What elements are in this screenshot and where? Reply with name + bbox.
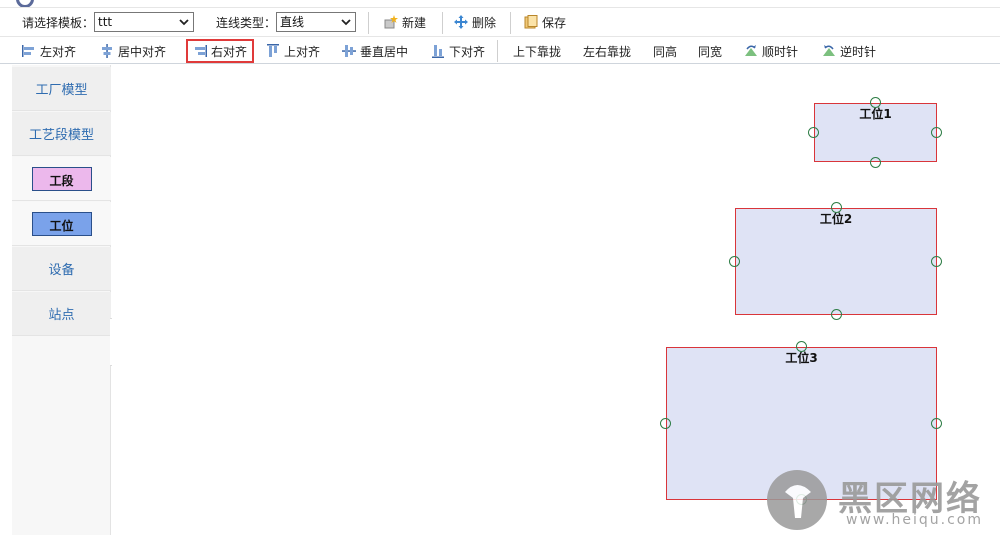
- connect-handle-top[interactable]: [796, 341, 807, 352]
- design-canvas[interactable]: 工位1 工位2 工位3: [112, 65, 1000, 535]
- watermark-url: www.heiqu.com: [846, 512, 984, 528]
- align-right-button[interactable]: 右对齐: [186, 39, 255, 63]
- delete-button[interactable]: 删除: [454, 12, 496, 32]
- line-type-label: 连线类型：: [216, 16, 277, 30]
- station-shape-label: 工位: [49, 218, 74, 233]
- same-height-label: 同高: [653, 44, 678, 59]
- rotate-ccw-icon: [823, 45, 835, 56]
- connect-handle-right[interactable]: [931, 127, 942, 138]
- align-middle-icon: [342, 45, 356, 57]
- toolbar-divider: [442, 12, 443, 34]
- save-button-label: 保存: [542, 15, 567, 30]
- new-star-icon: [384, 15, 398, 29]
- connect-handle-left[interactable]: [808, 127, 819, 138]
- rotate-clockwise-label: 顺时针: [762, 44, 799, 59]
- connect-handle-right[interactable]: [931, 256, 942, 267]
- new-button-label: 新建: [402, 15, 427, 30]
- sidebar-item-label: 工厂模型: [35, 83, 88, 98]
- connect-handle-left[interactable]: [729, 256, 740, 267]
- sidebar-item-equipment[interactable]: 设备: [12, 247, 111, 291]
- app-logo-icon: [16, 0, 34, 7]
- sidebar-item-process-segment-model[interactable]: 工艺段模型: [12, 112, 111, 156]
- align-top-button[interactable]: 上对齐: [266, 41, 320, 61]
- watermark: 黑区网络 www.heiqu.com: [766, 470, 1000, 535]
- sidebar-item-site[interactable]: 站点: [12, 292, 111, 336]
- connect-handle-bottom[interactable]: [831, 309, 842, 320]
- connect-handle-bottom[interactable]: [870, 157, 881, 168]
- rotate-counterclockwise-label: 逆时针: [840, 44, 877, 59]
- rotate-cw-icon: [745, 45, 757, 56]
- align-right-icon: [195, 45, 207, 57]
- align-center-button[interactable]: 居中对齐: [100, 41, 166, 61]
- new-button[interactable]: 新建: [384, 12, 426, 32]
- connect-handle-top[interactable]: [870, 97, 881, 108]
- same-width-label: 同宽: [698, 44, 723, 59]
- template-select-value: ttt: [98, 15, 113, 29]
- align-middle-label: 垂直居中: [360, 44, 409, 59]
- stack-horizontal-button[interactable]: 左右靠拢: [583, 41, 631, 61]
- title-bar: [0, 0, 1000, 8]
- save-icon: [524, 15, 538, 29]
- watermark-logo-icon: [767, 470, 827, 530]
- line-type-select-value: 直线: [280, 15, 305, 29]
- align-center-label: 居中对齐: [118, 44, 167, 59]
- align-middle-button[interactable]: 垂直居中: [342, 41, 408, 61]
- align-toolbar: 左对齐 居中对齐 右对齐 上对齐 垂直居中 下对齐 上下靠拢 左右靠拢 同高 同…: [0, 36, 1000, 64]
- same-width-button[interactable]: 同宽: [698, 41, 722, 61]
- sidebar-item-label: 站点: [48, 308, 75, 323]
- sidebar-item-label: 工艺段模型: [28, 128, 94, 143]
- station-node-2[interactable]: 工位2: [729, 202, 942, 320]
- delete-button-label: 删除: [472, 15, 497, 30]
- main-toolbar: 请选择模板： ttt 连线类型： 直线 新建 删除 保存: [0, 8, 1000, 36]
- sidebar: 工厂模型 工艺段模型 工段 工位 设备 站点: [12, 65, 111, 535]
- line-type-select[interactable]: 直线: [276, 12, 356, 32]
- align-left-button[interactable]: 左对齐: [22, 41, 76, 61]
- sidebar-item-factory-model[interactable]: 工厂模型: [12, 67, 111, 111]
- align-left-icon: [22, 45, 34, 57]
- section-shape-label: 工段: [49, 173, 74, 188]
- station-node-1[interactable]: 工位1: [808, 97, 942, 168]
- align-bottom-icon: [432, 45, 444, 58]
- rotate-clockwise-button[interactable]: 顺时针: [744, 41, 798, 61]
- chevron-down-icon: [341, 19, 351, 26]
- sidebar-item-section[interactable]: 工段: [12, 157, 111, 201]
- align-left-label: 左对齐: [40, 44, 77, 59]
- connect-handle-left[interactable]: [660, 418, 671, 429]
- toolbar-divider: [510, 12, 511, 34]
- rotate-counterclockwise-button[interactable]: 逆时针: [822, 41, 876, 61]
- same-height-button[interactable]: 同高: [653, 41, 677, 61]
- section-shape[interactable]: 工段: [31, 166, 92, 191]
- align-bottom-button[interactable]: 下对齐: [431, 41, 485, 61]
- delete-move-icon: [454, 15, 468, 29]
- align-center-icon: [102, 44, 112, 58]
- stack-horizontal-label: 左右靠拢: [583, 44, 632, 59]
- template-label: 请选择模板：: [22, 16, 95, 30]
- toolbar-divider: [497, 40, 498, 62]
- stack-vertical-label: 上下靠拢: [513, 44, 562, 59]
- chevron-down-icon: [179, 19, 189, 26]
- template-select[interactable]: ttt: [94, 12, 194, 32]
- toolbar-divider: [368, 12, 369, 34]
- station-shape[interactable]: 工位: [31, 211, 92, 236]
- stack-vertical-button[interactable]: 上下靠拢: [513, 41, 561, 61]
- align-bottom-label: 下对齐: [449, 44, 486, 59]
- align-right-label: 右对齐: [211, 44, 248, 59]
- align-top-label: 上对齐: [284, 44, 321, 59]
- connect-handle-right[interactable]: [931, 418, 942, 429]
- save-button[interactable]: 保存: [524, 12, 566, 32]
- connect-handle-top[interactable]: [831, 202, 842, 213]
- sidebar-item-label: 设备: [48, 263, 75, 278]
- sidebar-item-station[interactable]: 工位: [12, 202, 111, 246]
- align-top-icon: [267, 44, 279, 57]
